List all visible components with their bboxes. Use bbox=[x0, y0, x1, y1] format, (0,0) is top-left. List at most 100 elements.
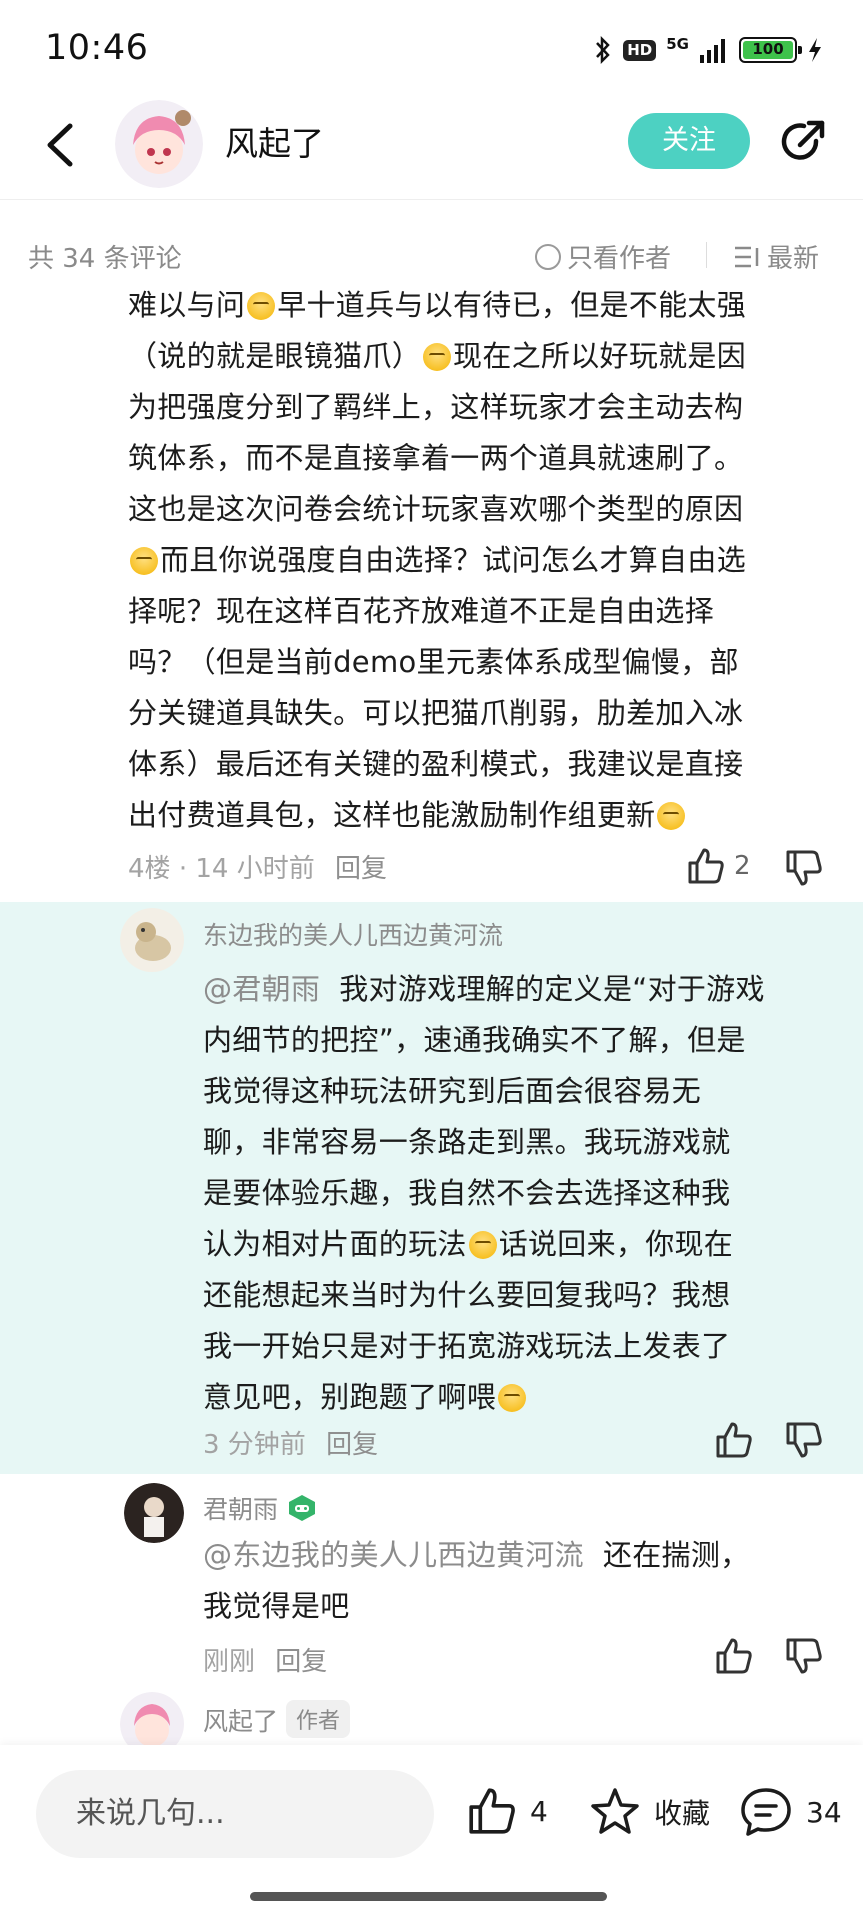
reply-line: 内细节的把控”，速通我确实不了解，但是 bbox=[203, 1023, 746, 1057]
reply-line: 意见吧，别跑题了啊喂 bbox=[203, 1380, 497, 1414]
reply-button[interactable]: 回复 bbox=[335, 854, 387, 884]
avatar[interactable] bbox=[115, 100, 203, 188]
comment-count: 共 34 条评论 bbox=[28, 244, 182, 274]
reply-line: 认为相对片面的玩法 bbox=[203, 1227, 467, 1261]
thumbs-up-icon[interactable] bbox=[714, 1420, 754, 1460]
reply-author: 风起了 作者 bbox=[203, 1700, 351, 1738]
reply-author-name[interactable]: 东边我的美人儿西边黄河流 bbox=[203, 916, 503, 952]
reply-line: 我觉得是吧 bbox=[203, 1589, 350, 1623]
like-post-button[interactable]: 4 bbox=[466, 1785, 548, 1837]
thumbs-down-icon[interactable] bbox=[784, 848, 824, 888]
reply-meta: 3 分钟前 回复 bbox=[203, 1424, 378, 1461]
comment-line: 难以与问 bbox=[128, 290, 246, 322]
smirk-emoji-icon bbox=[498, 1384, 527, 1412]
thumbs-up-icon bbox=[688, 848, 724, 884]
reply-line: 我对游戏理解的定义是“对于游戏 bbox=[320, 972, 765, 1006]
thumbs-up-icon bbox=[469, 1788, 515, 1834]
reply-author-name[interactable]: 风起了 bbox=[203, 1707, 278, 1736]
like-button[interactable]: 2 bbox=[686, 846, 751, 886]
like-count: 2 bbox=[734, 851, 751, 881]
comment-line: 吗？（但是当前demo里元素体系成型偏慢，部 bbox=[128, 645, 739, 679]
comment-button[interactable]: 34 bbox=[738, 1785, 842, 1839]
signal-icon bbox=[700, 39, 725, 63]
status-icons: HD 5G 100 bbox=[593, 32, 823, 68]
reply-line: 话说回来，你现在 bbox=[498, 1227, 734, 1261]
comment-line: 这也是这次问卷会统计玩家喜欢哪个类型的原因 bbox=[128, 492, 744, 526]
bluetooth-icon bbox=[596, 35, 610, 65]
battery-level: 100 bbox=[743, 41, 793, 59]
comment-line: 而且你说强度自由选择？试问怎么才算自由选 bbox=[160, 543, 747, 577]
comment-body: 难以与问 早十道兵与以有待已，但是不能太强 （说的就是眼镜猫爪） 现在之所以好玩就是… bbox=[128, 290, 828, 841]
reply-line: 还能想起来当时为什么要回复我吗？我想 bbox=[203, 1278, 731, 1312]
mention-link[interactable]: @君朝雨 bbox=[203, 972, 320, 1006]
network-label: 5G bbox=[666, 34, 689, 53]
status-time: 10:46 bbox=[45, 28, 149, 68]
comment-line: 体系）最后还有关键的盈利模式，我建议是直接 bbox=[128, 747, 744, 781]
star-icon bbox=[591, 1788, 639, 1834]
comment-meta: 4楼 · 14 小时前 回复 bbox=[128, 848, 387, 885]
top-header: 风起了 关注 bbox=[0, 95, 863, 200]
gamepad-badge-icon bbox=[289, 1495, 316, 1521]
comment-line: 早十道兵与以有待已，但是不能太强 bbox=[277, 290, 747, 322]
comment-time: 14 小时前 bbox=[195, 854, 315, 884]
sort-label: 最新 bbox=[767, 244, 820, 274]
reply-line: 我觉得这种玩法研究到后面会很容易无 bbox=[203, 1074, 702, 1108]
comment-line: 筑体系，而不是直接拿着一两个道具就速刷了。 bbox=[128, 441, 744, 475]
share-icon[interactable] bbox=[778, 117, 828, 167]
back-icon[interactable] bbox=[40, 120, 80, 170]
main-comment: 难以与问 早十道兵与以有待已，但是不能太强 （说的就是眼镜猫爪） 现在之所以好玩就是… bbox=[0, 290, 863, 890]
sort-button[interactable]: 最新 bbox=[733, 238, 819, 275]
avatar[interactable] bbox=[124, 1483, 184, 1543]
reply-highlighted: 东边我的美人儿西边黄河流 @君朝雨 我对游戏理解的定义是“对于游戏 内细节的把控… bbox=[0, 902, 863, 1474]
thumbs-down-icon[interactable] bbox=[784, 1420, 824, 1460]
reply-line: 还在揣测， bbox=[583, 1538, 750, 1572]
collect-button[interactable]: 收藏 bbox=[588, 1785, 710, 1839]
comment-line: 择呢？现在这样百花齐放难道不正是自由选择 bbox=[128, 594, 715, 628]
comment-input[interactable]: 来说几句... bbox=[36, 1770, 434, 1858]
reply-body: @东边我的美人儿西边黄河流 还在揣测， 我觉得是吧 bbox=[203, 1530, 843, 1632]
smirk-emoji-icon bbox=[657, 802, 686, 830]
reply-author-name[interactable]: 君朝雨 bbox=[203, 1490, 278, 1526]
follow-button[interactable]: 关注 bbox=[628, 113, 750, 169]
charging-icon bbox=[809, 38, 821, 62]
home-indicator[interactable] bbox=[250, 1892, 607, 1901]
avatar[interactable] bbox=[120, 908, 185, 973]
comment-line: 分关键道具缺失。可以把猫爪削弱，肋差加入冰 bbox=[128, 696, 744, 730]
sort-icon bbox=[735, 246, 759, 267]
radio-icon bbox=[535, 243, 561, 270]
comment-line: 出付费道具包，这样也能激励制作组更新 bbox=[128, 798, 656, 832]
author-only-toggle[interactable]: 只看作者 bbox=[535, 238, 671, 275]
comment-icon bbox=[741, 1788, 791, 1836]
comment-line: 现在之所以好玩就是因 bbox=[453, 339, 747, 373]
reply-button[interactable]: 回复 bbox=[326, 1430, 378, 1460]
comment-line: （说的就是眼镜猫爪） bbox=[128, 339, 422, 373]
reply-line: 我一开始只是对于拓宽游戏玩法上发表了 bbox=[203, 1329, 731, 1363]
author-only-label: 只看作者 bbox=[567, 244, 672, 274]
comment-count-label: 34 bbox=[806, 1795, 842, 1829]
mention-link[interactable]: @东边我的美人儿西边黄河流 bbox=[203, 1538, 584, 1572]
reply-line: 是要体验乐趣，我自然不会去选择这种我 bbox=[203, 1176, 731, 1210]
battery-icon: 100 bbox=[739, 37, 802, 63]
author-tag: 作者 bbox=[286, 1700, 351, 1738]
thumbs-down-icon[interactable] bbox=[784, 1636, 824, 1676]
like-count: 4 bbox=[530, 1794, 548, 1828]
floor-number: 4楼 bbox=[128, 854, 171, 884]
divider bbox=[706, 242, 707, 268]
comment-line: 为把强度分到了羁绊上，这样玩家才会主动去构 bbox=[128, 390, 744, 424]
meta-dot: · bbox=[178, 854, 188, 884]
reply-author: 君朝雨 bbox=[203, 1490, 318, 1526]
reply-body: @君朝雨 我对游戏理解的定义是“对于游戏 内细节的把控”，速通我确实不了解，但是… bbox=[203, 964, 843, 1423]
comment-toolbar: 共 34 条评论 只看作者 最新 bbox=[0, 200, 863, 290]
smirk-emoji-icon bbox=[423, 343, 452, 371]
smirk-emoji-icon bbox=[130, 547, 158, 575]
reply-time: 刚刚 bbox=[203, 1647, 256, 1677]
reply-button[interactable]: 回复 bbox=[275, 1647, 327, 1677]
reply-meta: 刚刚 回复 bbox=[203, 1641, 327, 1678]
smirk-emoji-icon bbox=[468, 1231, 497, 1259]
thumbs-up-icon[interactable] bbox=[714, 1636, 754, 1676]
page-title: 风起了 bbox=[225, 124, 324, 163]
collect-label: 收藏 bbox=[654, 1797, 711, 1830]
smirk-emoji-icon bbox=[247, 292, 276, 320]
hd-badge: HD bbox=[623, 39, 657, 61]
reply-line: 聊，非常容易一条路走到黑。我玩游戏就 bbox=[203, 1125, 731, 1159]
